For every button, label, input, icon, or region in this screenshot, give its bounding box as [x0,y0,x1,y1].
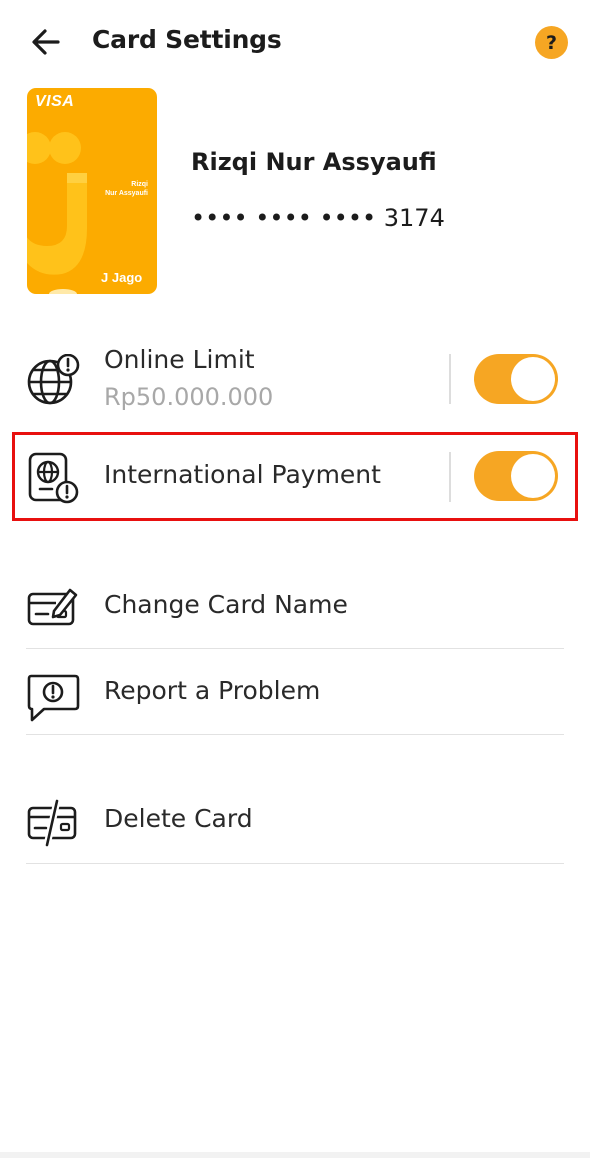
card-holder-name: Rizqi Nur Assyaufi [78,180,148,198]
card-image: VISA Rizqi Nur Assyaufi J Jago [27,88,157,294]
jago-mark-icon: J [101,270,109,285]
back-button[interactable] [28,24,64,60]
international-payment-row: International Payment [0,440,590,514]
international-payment-label: International Payment [104,460,381,489]
help-button[interactable]: ? [535,26,568,59]
chat-alert-icon [27,674,80,722]
toggle-knob [511,357,555,401]
globe-alert-icon [27,354,80,405]
question-icon: ? [545,31,558,54]
card-owner-name: Rizqi Nur Assyaufi [191,148,437,176]
jago-logo: J Jago [101,270,142,285]
delete-card-item[interactable]: Delete Card [0,788,590,862]
online-limit-label: Online Limit [104,345,255,374]
online-limit-value: Rp50.000.000 [104,383,274,411]
divider [449,354,451,404]
online-limit-toggle[interactable] [474,354,558,404]
card-number-masked: •••• •••• •••• 3174 [191,204,445,232]
online-limit-row: Online Limit Rp50.000.000 [0,340,590,420]
bottom-bar [0,1152,590,1158]
jago-wordmark: Jago [111,270,143,285]
change-card-name-label: Change Card Name [104,590,348,619]
international-payment-toggle[interactable] [474,451,558,501]
card-pencil-icon [27,588,78,626]
divider [449,452,451,502]
visa-logo: VISA [35,93,75,110]
toggle-knob [511,454,555,498]
report-problem-item[interactable]: Report a Problem [0,660,590,734]
card-slash-icon [27,798,77,847]
card-holder-line1: Rizqi [131,181,148,188]
arrow-left-icon [32,29,60,55]
change-card-name-item[interactable]: Change Card Name [0,574,590,648]
passport-alert-icon [28,452,79,504]
divider [26,863,564,864]
header: Card Settings ? [0,0,590,84]
card-holder-line2: Nur Assyaufi [105,190,148,197]
divider [26,648,564,649]
divider [26,734,564,735]
page-title: Card Settings [92,25,282,54]
report-problem-label: Report a Problem [104,676,321,705]
delete-card-label: Delete Card [104,804,253,833]
